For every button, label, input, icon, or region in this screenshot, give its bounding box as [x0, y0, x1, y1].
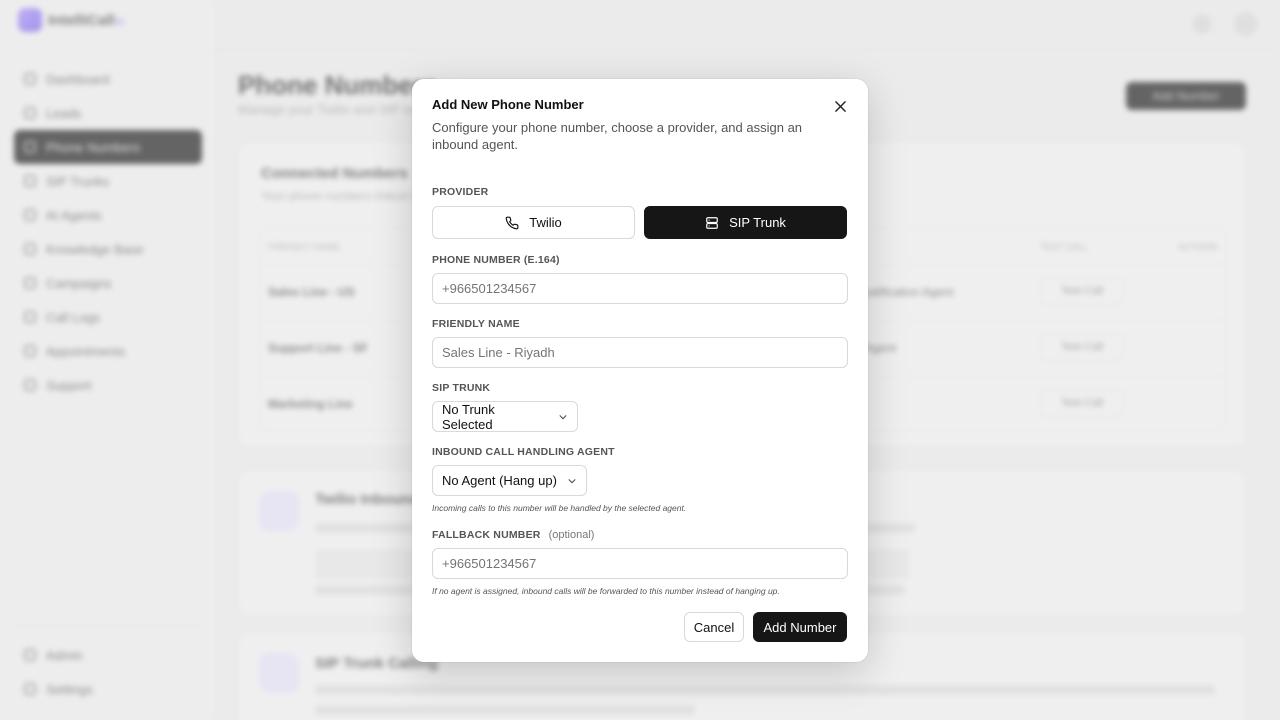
provider-twilio-label: Twilio: [529, 215, 562, 230]
server-icon: [706, 216, 718, 229]
provider-sip-trunk-button[interactable]: SIP Trunk: [644, 206, 847, 239]
inbound-agent-label: INBOUND CALL HANDLING AGENT: [432, 446, 615, 458]
add-number-button[interactable]: Add Number: [753, 612, 847, 642]
add-phone-number-dialog: Add New Phone Number Configure your phon…: [412, 79, 868, 662]
chevron-down-icon: [568, 478, 576, 483]
phone-number-input[interactable]: [432, 273, 848, 304]
provider-sip-trunk-label: SIP Trunk: [729, 215, 786, 230]
optional-tag: (optional): [548, 529, 595, 541]
phone-icon: [505, 216, 519, 229]
sip-trunk-label: SIP TRUNK: [432, 382, 491, 394]
fallback-number-hint: If no agent is assigned, inbound calls w…: [432, 586, 780, 596]
sip-trunk-selected-value: No Trunk Selected: [442, 401, 495, 432]
cancel-button[interactable]: Cancel: [684, 612, 744, 642]
fallback-number-input[interactable]: [432, 548, 848, 579]
close-button[interactable]: [830, 96, 850, 116]
dialog-description: Configure your phone number, choose a pr…: [432, 120, 803, 152]
chevron-down-icon: [559, 414, 567, 419]
friendly-name-input[interactable]: [432, 337, 848, 368]
inbound-agent-select[interactable]: No Agent (Hang up): [432, 465, 587, 496]
friendly-name-label: FRIENDLY NAME: [432, 318, 520, 330]
sip-trunk-select[interactable]: No Trunk Selected: [432, 401, 578, 432]
provider-label: PROVIDER: [432, 186, 489, 198]
provider-twilio-button[interactable]: Twilio: [432, 206, 635, 239]
dialog-title: Add New Phone Number: [432, 97, 584, 112]
fallback-number-label: FALLBACK NUMBER (optional): [432, 529, 595, 541]
inbound-agent-hint: Incoming calls to this number will be ha…: [432, 503, 687, 513]
phone-number-label: PHONE NUMBER (E.164): [432, 254, 560, 266]
close-icon: [834, 100, 846, 112]
inbound-agent-selected-value: No Agent (Hang up): [442, 473, 557, 488]
